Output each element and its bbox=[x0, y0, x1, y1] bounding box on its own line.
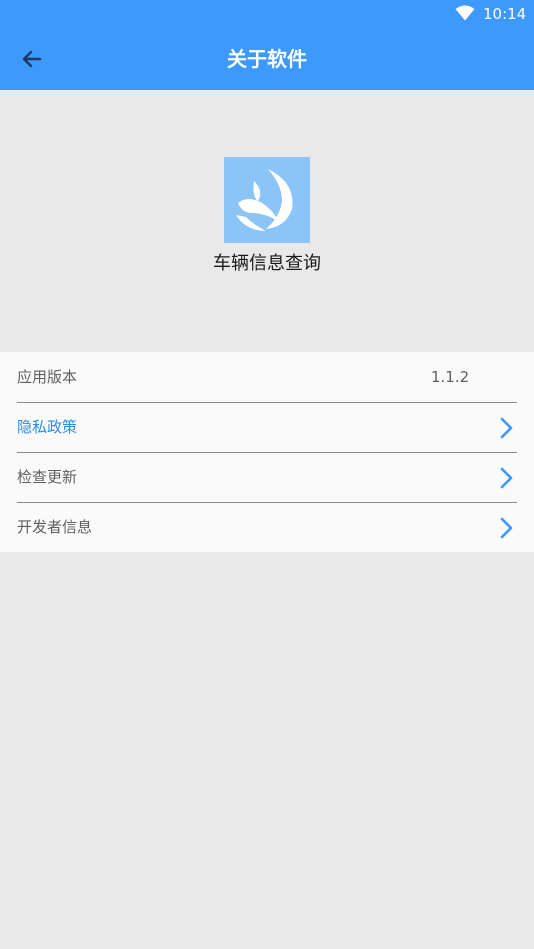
version-row: 应用版本 1.1.2 bbox=[0, 352, 534, 402]
page-title: 关于软件 bbox=[227, 47, 307, 71]
leaf-logo-icon bbox=[236, 169, 293, 231]
check-update-label: 检查更新 bbox=[17, 468, 78, 486]
wifi-icon bbox=[455, 5, 475, 21]
version-label: 应用版本 bbox=[17, 368, 78, 386]
privacy-policy-label: 隐私政策 bbox=[17, 418, 78, 436]
app-info: 车辆信息查询 bbox=[0, 90, 534, 352]
status-bar: 10:14 bbox=[0, 0, 534, 28]
chevron-right-icon bbox=[500, 417, 513, 439]
settings-list: 应用版本 1.1.2 隐私政策 检查更新 开发者信息 bbox=[0, 352, 534, 552]
app-logo bbox=[224, 157, 310, 243]
toolbar: 关于软件 bbox=[0, 28, 534, 90]
developer-info-label: 开发者信息 bbox=[17, 518, 93, 536]
developer-info-row[interactable]: 开发者信息 bbox=[0, 502, 534, 552]
chevron-right-icon bbox=[500, 517, 513, 539]
app-name: 车辆信息查询 bbox=[213, 253, 321, 274]
privacy-policy-row[interactable]: 隐私政策 bbox=[0, 402, 534, 452]
status-time: 10:14 bbox=[483, 5, 527, 23]
version-value: 1.1.2 bbox=[431, 368, 470, 386]
check-update-row[interactable]: 检查更新 bbox=[0, 452, 534, 502]
chevron-right-icon bbox=[500, 467, 513, 489]
